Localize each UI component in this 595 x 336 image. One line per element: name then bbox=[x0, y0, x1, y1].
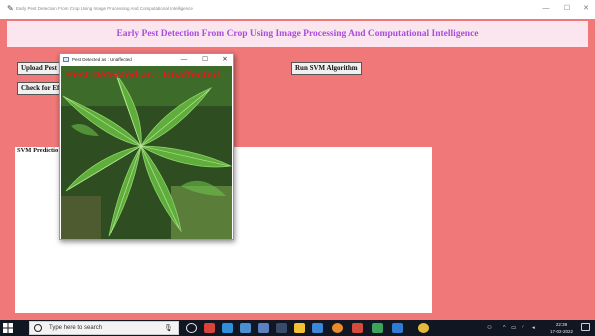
crop-leaf-image: Pest Detected as : Unaffected bbox=[61, 66, 232, 239]
edge-icon[interactable] bbox=[222, 323, 233, 333]
window-titlebar: ✎ Early Pest Detection From Crop Using I… bbox=[0, 0, 595, 19]
window-title: Early Pest Detection From Crop Using Ima… bbox=[16, 6, 193, 11]
app-icon-steel[interactable] bbox=[258, 323, 269, 333]
app-icon-dark[interactable] bbox=[276, 323, 287, 333]
popup-minimize-button[interactable]: — bbox=[179, 55, 189, 65]
popup-title: Pest Detected as : Unaffected bbox=[72, 57, 132, 62]
tk-feather-icon: ✎ bbox=[7, 4, 14, 13]
wifi-icon[interactable]: ◜ bbox=[522, 323, 524, 333]
file-explorer-icon[interactable] bbox=[294, 323, 305, 333]
microphone-icon[interactable]: 🎙 bbox=[164, 324, 173, 333]
python-icon[interactable] bbox=[418, 323, 429, 333]
popup-close-button[interactable]: ✕ bbox=[220, 55, 230, 65]
tray-chevron-icon[interactable]: ^ bbox=[503, 323, 506, 333]
app-icon-blue[interactable] bbox=[240, 323, 251, 333]
app-icon-word[interactable] bbox=[392, 323, 403, 333]
search-icon bbox=[34, 324, 42, 332]
svm-prediction-label: SVM Predictio bbox=[17, 147, 59, 154]
popup-titlebar: Pest Detected as : Unaffected — ☐ ✕ bbox=[60, 54, 233, 66]
window-icon bbox=[63, 57, 69, 62]
volume-icon[interactable]: ◂ bbox=[532, 323, 535, 333]
heading-band: Early Pest Detection From Crop Using Ima… bbox=[7, 21, 588, 47]
result-popup-window: Pest Detected as : Unaffected — ☐ ✕ Pest… bbox=[59, 53, 234, 240]
app-icon-orange[interactable] bbox=[352, 323, 363, 333]
notifications-icon[interactable] bbox=[581, 323, 590, 331]
cassava-leaf-illustration bbox=[61, 66, 232, 239]
app-icon-red[interactable] bbox=[204, 323, 215, 333]
clock-time: 22:39 bbox=[555, 322, 568, 327]
taskbar: Type here to search 🎙 ⚇ ^ ▭ ◜ ◂ 22:39 17… bbox=[0, 320, 595, 336]
page-title: Early Pest Detection From Crop Using Ima… bbox=[116, 29, 479, 39]
maximize-button[interactable]: ☐ bbox=[561, 4, 573, 14]
detection-overlay-text: Pest Detected as : Unaffected bbox=[66, 69, 220, 81]
app-icon-green[interactable] bbox=[372, 323, 383, 333]
popup-maximize-button[interactable]: ☐ bbox=[200, 55, 210, 65]
chrome-icon[interactable] bbox=[332, 323, 343, 333]
taskbar-search-box[interactable]: Type here to search 🎙 bbox=[29, 321, 179, 335]
taskbar-clock[interactable]: 22:39 17-02-2022 bbox=[549, 321, 574, 335]
people-icon[interactable]: ⚇ bbox=[487, 323, 492, 333]
run-svm-button[interactable]: Run SVM Algorithm bbox=[291, 62, 362, 75]
windows-start-icon[interactable] bbox=[3, 323, 13, 333]
app-icon-task[interactable] bbox=[312, 323, 323, 333]
search-placeholder: Type here to search bbox=[49, 325, 103, 331]
network-icon[interactable]: ▭ bbox=[511, 323, 516, 333]
check-effect-button[interactable]: Check for Eff bbox=[17, 82, 61, 95]
upload-pest-button[interactable]: Upload Pest bbox=[17, 62, 61, 75]
minimize-button[interactable]: — bbox=[540, 4, 552, 14]
cortana-icon[interactable] bbox=[186, 323, 197, 333]
close-button[interactable]: ✕ bbox=[580, 4, 592, 14]
clock-date: 17-02-2022 bbox=[549, 329, 574, 334]
